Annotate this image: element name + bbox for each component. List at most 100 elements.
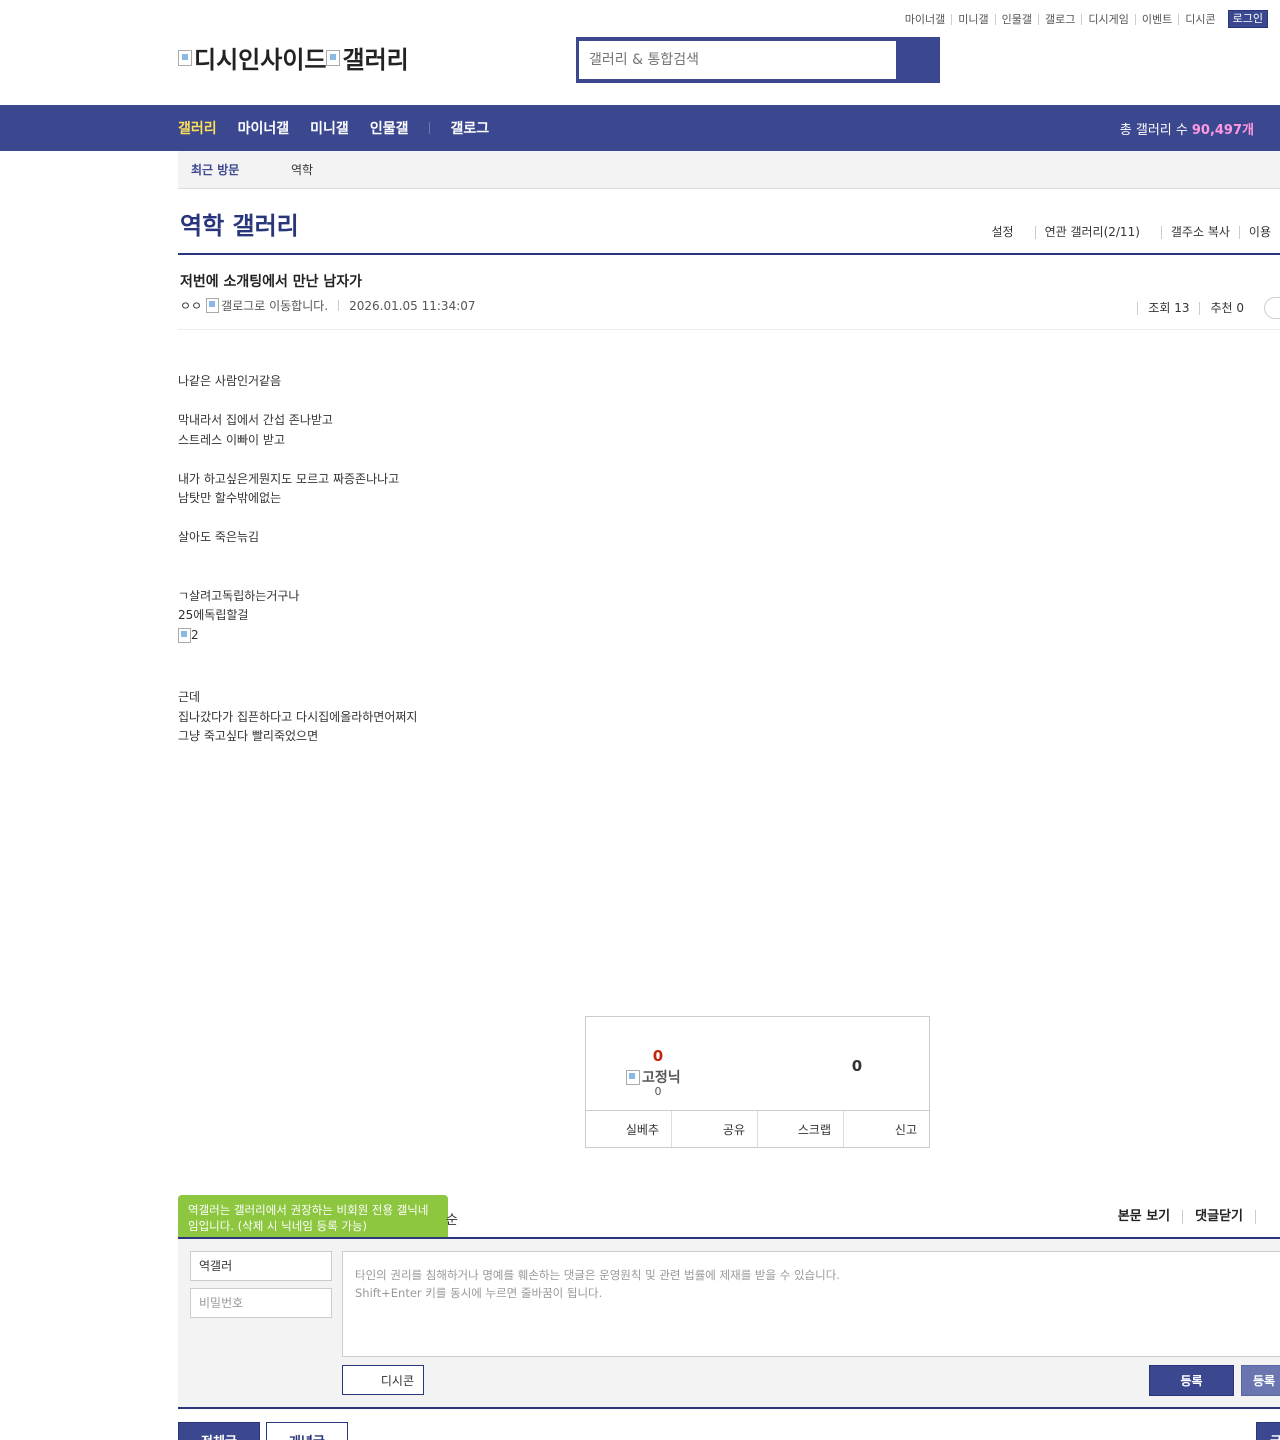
view-body-button[interactable]: 본문 보기: [1106, 1210, 1182, 1224]
utility-links: 마이너갤 미니갤 인물갤 갤로그 디시게임 이벤트 디시콘 로그인: [899, 10, 1268, 28]
gallery-title[interactable]: 역학 갤러리: [180, 206, 299, 241]
nav-person[interactable]: 인물갤: [370, 118, 409, 138]
comment-textarea[interactable]: 타인의 권리를 침해하거나 명예를 훼손하는 댓글은 운영원칙 및 관련 법률에…: [342, 1251, 1280, 1357]
share-button[interactable]: 공유: [671, 1111, 757, 1147]
recommend-actions: 실베추 공유 스크랩 신고: [586, 1110, 929, 1147]
body-line: 내가 하고싶은게뭔지도 모르고 짜증존나나고: [178, 471, 400, 486]
post-body: 나같은 사람인거같음 막내라서 집에서 간섭 존나받고 스트레스 이빠이 받고 …: [178, 372, 1078, 747]
body-line: 남탓만 할수밖에없는: [178, 491, 282, 505]
register-recommend-button[interactable]: 등록: [1241, 1365, 1280, 1396]
util-link-minor[interactable]: 마이너갤: [899, 14, 951, 25]
body-line: [178, 669, 1078, 689]
title-divider: [178, 253, 1280, 255]
write-button[interactable]: 글: [1256, 1422, 1280, 1440]
nav-divider: [429, 122, 431, 134]
info-divider: [338, 300, 340, 311]
gallog-icon[interactable]: [206, 298, 220, 313]
recent-visit-label[interactable]: 최근 방문: [191, 161, 291, 178]
gallog-alt-text[interactable]: 갤로그로 이동합니다.: [221, 297, 328, 314]
total-label: 총 갤러리 수: [1119, 122, 1188, 138]
login-button[interactable]: 로그인: [1227, 10, 1268, 28]
nav-minor[interactable]: 마이너갤: [238, 118, 290, 138]
body-line: [178, 509, 1078, 529]
copy-gallery-url[interactable]: 갤주소 복사: [1160, 226, 1239, 239]
recommend-box: 0 고정닉 0 0 실베추 공유 스크랩 신고: [585, 1016, 930, 1148]
fixed-nick-label: 고정닉: [626, 1067, 681, 1087]
close-comments-button[interactable]: 댓글닫기: [1182, 1210, 1255, 1224]
body-line: [178, 567, 1078, 587]
body-line: 나같은 사람인거같음: [178, 374, 282, 388]
comment-count-badge[interactable]: [1264, 297, 1280, 319]
textarea-notice-2: Shift+Enter 키를 동시에 누르면 줄바꿈이 됩니다.: [355, 1286, 603, 1300]
broken-image-icon: [626, 1069, 640, 1085]
search-button[interactable]: [896, 41, 937, 79]
body-line: ㄱ살려고독립하는거구나: [178, 588, 300, 603]
upvote-button[interactable]: 0 고정닉 0: [586, 1017, 758, 1111]
recommend-count: 추천 0: [1199, 301, 1254, 315]
tab-all-posts[interactable]: 전체글: [178, 1422, 260, 1440]
report-button[interactable]: 신고: [843, 1111, 929, 1147]
post-header-divider: [178, 329, 1280, 330]
total-count: 90,497개: [1191, 122, 1254, 138]
register-button[interactable]: 등록: [1149, 1365, 1234, 1396]
dccon-button[interactable]: 디시콘: [342, 1365, 424, 1395]
body-line: [178, 548, 1078, 568]
comment-write-area: 역갤러 비밀번호 타인의 권리를 침해하거나 명예를 훼손하는 댓글은 운영원칙…: [178, 1239, 1280, 1407]
util-link-dccon[interactable]: 디시콘: [1178, 13, 1221, 25]
nav-mini[interactable]: 미니갤: [310, 118, 349, 138]
body-line: 근데: [178, 690, 201, 705]
tab-concept-posts[interactable]: 개념글: [266, 1422, 348, 1440]
search-input[interactable]: [579, 41, 896, 79]
view-count: 조회 13: [1137, 301, 1199, 315]
gallery-usage[interactable]: 이용: [1238, 226, 1280, 239]
total-gallery-count: 총 갤러리 수 90,497개: [1120, 105, 1254, 151]
gallery-menu: 설정 연관 갤러리(2/11) 갤주소 복사 이용: [982, 226, 1280, 239]
downvote-count[interactable]: 0: [814, 1057, 900, 1075]
broken-image-icon: [178, 627, 191, 643]
post-title: 저번에 소개팅에서 만난 남자가: [180, 274, 363, 290]
broken-image-icon: [326, 49, 341, 66]
util-link-event[interactable]: 이벤트: [1134, 13, 1178, 25]
password-field[interactable]: 비밀번호: [190, 1288, 332, 1318]
upvote-count: 0: [652, 1047, 664, 1065]
util-link-dcgame[interactable]: 디시게임: [1081, 13, 1134, 25]
body-line: 스트레스 이빠이 받고: [178, 432, 285, 447]
nickname-tooltip: 역갤러는 갤러리에서 권장하는 비회원 전용 갤닉네임입니다. (삭제 시 닉네…: [178, 1195, 448, 1248]
recent-visit-bar: 최근 방문 역학: [178, 151, 1280, 189]
logo-gallery: 갤러리: [342, 46, 409, 74]
body-image[interactable]: 2: [178, 626, 1078, 650]
post-stats: 조회 13 추천 0: [1137, 297, 1280, 319]
body-line: 살아도 죽은늒김: [178, 530, 260, 544]
fixed-nick-count: 0: [654, 1085, 662, 1098]
comment-sort-text[interactable]: 순: [446, 1209, 458, 1228]
body-line: 막내라서 집에서 간섭 존나받고: [178, 413, 333, 427]
post-date: 2026.01.05 11:34:07: [349, 298, 476, 313]
util-link-gallog[interactable]: 갤로그: [1038, 13, 1081, 25]
image-alt-text: 2: [191, 627, 199, 642]
search-box: [576, 37, 940, 83]
site-logo[interactable]: 디시인사이드 갤러리: [178, 40, 409, 75]
body-line: 25에독립할걸: [178, 608, 249, 622]
bottom-divider: [178, 1407, 1280, 1409]
body-line: 집나갔다가 집픈하다고 다시집에올라하면어쩌지: [178, 709, 418, 724]
refresh-comments-button[interactable]: [1255, 1210, 1280, 1224]
recent-visit-item[interactable]: 역학: [291, 161, 313, 178]
related-galleries[interactable]: 연관 갤러리(2/11): [1034, 226, 1149, 239]
fixed-nick-text: 고정닉: [642, 1070, 681, 1086]
util-link-person[interactable]: 인물갤: [994, 13, 1038, 25]
comment-menu: 본문 보기 댓글닫기: [1106, 1210, 1280, 1224]
nav-gallery[interactable]: 갤러리: [178, 118, 217, 138]
textarea-notice-1: 타인의 권리를 침해하거나 명예를 훼손하는 댓글은 운영원칙 및 관련 법률에…: [355, 1268, 840, 1282]
broken-image-icon: [178, 49, 192, 66]
nickname-field[interactable]: 역갤러: [190, 1251, 332, 1281]
scrap-button[interactable]: 스크랩: [757, 1111, 843, 1147]
main-nav: 갤러리 마이너갤 미니갤 인물갤 갤로그 총 갤러리 수 90,497개: [0, 105, 1280, 151]
best-recommend-button[interactable]: 실베추: [586, 1111, 671, 1147]
body-line: [178, 649, 1078, 669]
util-link-mini[interactable]: 미니갤: [951, 13, 994, 25]
post-info: ㅇㅇ 갤로그로 이동합니다. 2026.01.05 11:34:07: [180, 297, 476, 314]
gallery-settings[interactable]: 설정: [982, 226, 1022, 239]
post-author[interactable]: ㅇㅇ: [180, 297, 202, 314]
nav-gallog[interactable]: 갤로그: [450, 118, 489, 138]
body-line: 그냥 죽고싶다 빨리죽었으면: [178, 729, 319, 744]
